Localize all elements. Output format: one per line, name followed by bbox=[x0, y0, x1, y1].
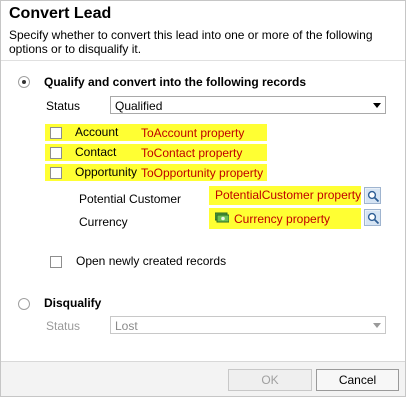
open-records-label[interactable]: Open newly created records bbox=[76, 254, 226, 268]
currency-icon bbox=[214, 211, 230, 224]
disqualify-status-select[interactable]: Lost bbox=[110, 316, 386, 334]
convert-lead-dialog: Convert Lead Specify whether to convert … bbox=[0, 0, 406, 397]
ok-button[interactable]: OK bbox=[228, 369, 312, 391]
qualify-radio-label[interactable]: Qualify and convert into the following r… bbox=[44, 75, 306, 89]
currency-annotation: Currency property bbox=[234, 212, 331, 226]
qualify-status-select[interactable]: Qualified bbox=[110, 96, 386, 114]
contact-checkbox-label[interactable]: Contact bbox=[75, 145, 116, 159]
chevron-down-icon bbox=[373, 103, 381, 108]
potential-customer-annotation: PotentialCustomer property bbox=[215, 188, 362, 202]
opportunity-annotation: ToOpportunity property bbox=[141, 166, 264, 180]
chevron-down-icon bbox=[373, 323, 381, 328]
disqualify-radio-label[interactable]: Disqualify bbox=[44, 296, 101, 310]
opportunity-checkbox[interactable] bbox=[50, 167, 62, 179]
qualify-radio[interactable] bbox=[18, 76, 30, 88]
lookup-icon bbox=[366, 189, 380, 203]
qualify-status-value: Qualified bbox=[115, 99, 163, 113]
disqualify-radio[interactable] bbox=[18, 298, 30, 310]
account-annotation: ToAccount property bbox=[141, 126, 245, 140]
dialog-header: Convert Lead Specify whether to convert … bbox=[1, 1, 405, 61]
opportunity-checkbox-label[interactable]: Opportunity bbox=[75, 165, 137, 179]
disqualify-status-value: Lost bbox=[115, 319, 138, 333]
lookup-icon bbox=[366, 211, 380, 225]
currency-lookup-button[interactable] bbox=[364, 209, 381, 226]
dialog-title: Convert Lead bbox=[9, 5, 112, 22]
cancel-button[interactable]: Cancel bbox=[316, 369, 399, 391]
potential-customer-label: Potential Customer bbox=[79, 192, 182, 206]
contact-checkbox[interactable] bbox=[50, 147, 62, 159]
contact-annotation: ToContact property bbox=[141, 146, 243, 160]
account-checkbox[interactable] bbox=[50, 127, 62, 139]
dialog-subtitle: Specify whether to convert this lead int… bbox=[9, 28, 373, 56]
account-checkbox-label[interactable]: Account bbox=[75, 125, 118, 139]
open-records-checkbox[interactable] bbox=[50, 256, 62, 268]
disqualify-status-label: Status bbox=[46, 319, 81, 333]
qualify-status-label: Status bbox=[46, 99, 81, 113]
currency-label: Currency bbox=[79, 215, 128, 229]
potential-customer-lookup-button[interactable] bbox=[364, 187, 381, 204]
